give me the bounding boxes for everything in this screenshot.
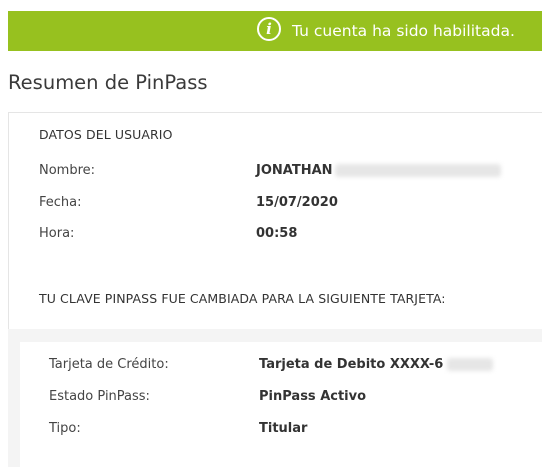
redacted-card-number-blur bbox=[447, 358, 493, 371]
credit-card-label: Tarjeta de Crédito: bbox=[49, 357, 169, 372]
pinpass-status-value: PinPass Activo bbox=[259, 389, 367, 404]
banner-message: Tu cuenta ha sido habilitada. bbox=[292, 22, 515, 40]
name-value: JONATHAN bbox=[256, 163, 333, 178]
time-value: 00:58 bbox=[256, 226, 298, 241]
user-data-card: DATOS DEL USUARIO Nombre: JONATHAN Fecha… bbox=[8, 112, 542, 330]
pinpass-summary-page: i Tu cuenta ha sido habilitada. Resumen … bbox=[0, 0, 542, 467]
date-label: Fecha: bbox=[39, 195, 82, 210]
info-circle-icon: i bbox=[257, 17, 281, 41]
card-detail-panel: Tarjeta de Crédito: Tarjeta de Debito XX… bbox=[20, 342, 542, 467]
time-label: Hora: bbox=[39, 226, 75, 241]
pinpass-status-label: Estado PinPass: bbox=[49, 389, 150, 404]
type-label: Tipo: bbox=[49, 421, 81, 436]
date-value: 15/07/2020 bbox=[256, 195, 338, 210]
page-title: Resumen de PinPass bbox=[8, 71, 208, 94]
card-detail-box: Tarjeta de Crédito: Tarjeta de Debito XX… bbox=[8, 329, 542, 467]
name-label: Nombre: bbox=[39, 163, 96, 178]
type-value: Titular bbox=[259, 421, 308, 436]
user-data-heading: DATOS DEL USUARIO bbox=[39, 127, 173, 142]
redacted-name-blur bbox=[335, 164, 501, 177]
credit-card-value: Tarjeta de Debito XXXX-6 bbox=[259, 357, 444, 372]
success-banner: i Tu cuenta ha sido habilitada. bbox=[8, 11, 542, 51]
pinpass-change-heading: TU CLAVE PINPASS FUE CAMBIADA PARA LA SI… bbox=[39, 291, 446, 306]
